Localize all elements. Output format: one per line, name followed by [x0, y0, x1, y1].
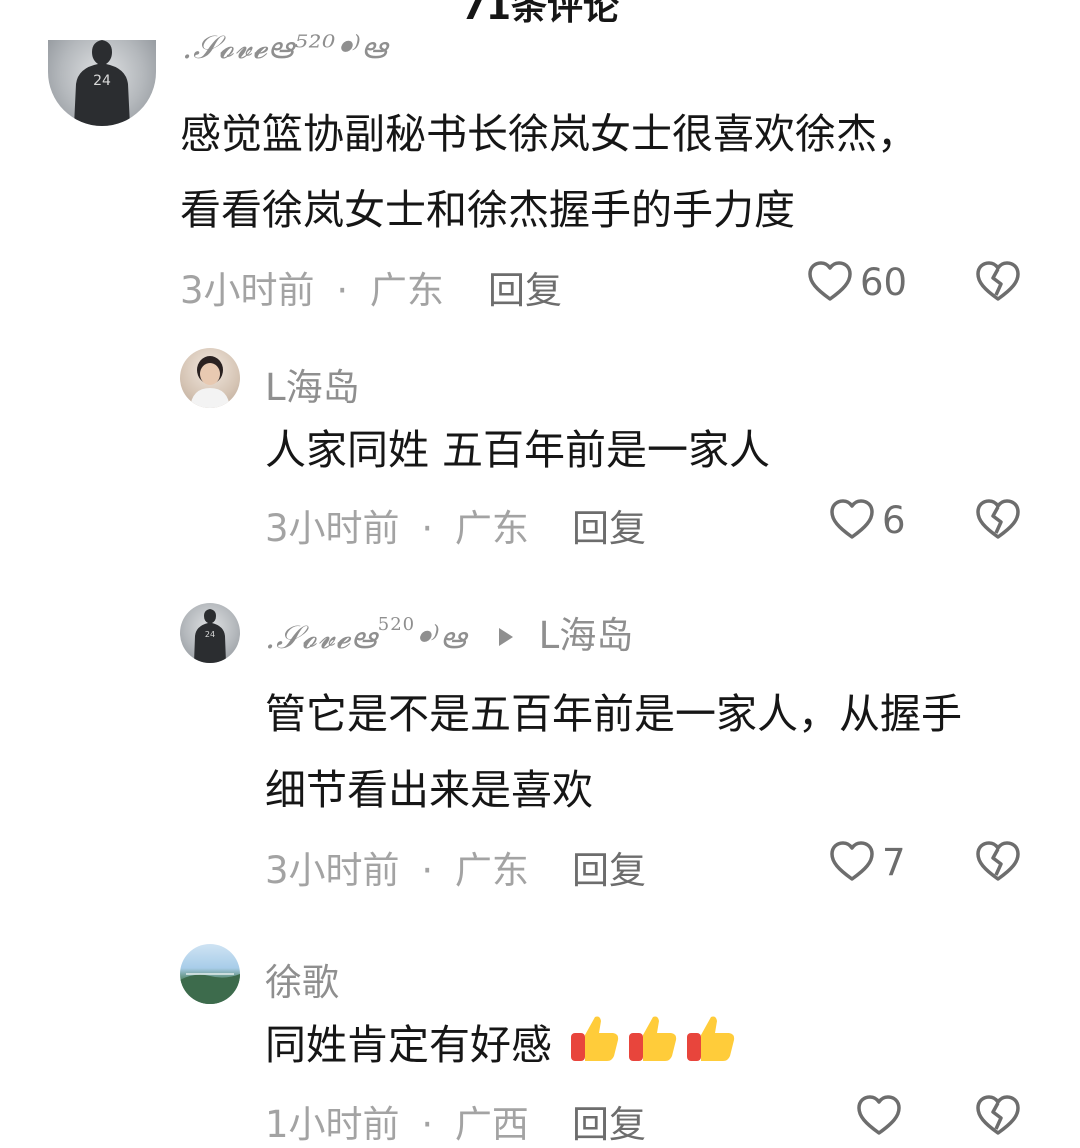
avatar[interactable]: 24 [48, 40, 156, 126]
dislike-button[interactable] [974, 838, 1022, 890]
like-button[interactable]: 60 [806, 258, 907, 306]
like-button[interactable] [855, 1092, 909, 1140]
username-text: .𝒮𝓸𝓿𝓮ఆ [265, 618, 378, 656]
reply-button[interactable]: 回复 [488, 260, 562, 314]
comment-time: 1小时前 [265, 1103, 400, 1146]
username-text: .𝒮𝓸𝓿𝓮ఆ⁵²⁰ꔷ⁾ఆ [182, 28, 389, 66]
broken-heart-icon [976, 261, 1020, 301]
comment-location: 广东 [369, 269, 444, 312]
reply-to-username[interactable]: L海岛 [539, 614, 634, 657]
like-button[interactable]: 7 [828, 838, 906, 886]
meta-separator: · [421, 849, 434, 892]
reply-button[interactable]: 回复 [572, 1094, 646, 1148]
broken-heart-icon [976, 499, 1020, 539]
broken-heart-icon [976, 841, 1020, 881]
comment-text-line: 人家同姓 五百年前是一家人 [265, 426, 771, 474]
comment-username[interactable]: 徐歌 [265, 952, 339, 1006]
comments-count-title: 71条评论 [460, 0, 620, 28]
svg-text:24: 24 [93, 73, 111, 89]
dislike-button[interactable] [974, 496, 1022, 548]
comment-text: 同姓肯定有好感 [265, 1021, 552, 1069]
comment-meta: 1小时前 · 广西 [265, 1094, 529, 1148]
comment-text-line: 细节看出来是喜欢 [265, 766, 593, 814]
dislike-button[interactable] [974, 258, 1022, 310]
like-count: 7 [882, 840, 906, 884]
meta-separator: · [421, 507, 434, 550]
person-photo-image [190, 356, 230, 408]
silhouette-image: 24 [194, 609, 226, 663]
thumbs-up-emoji [629, 1016, 677, 1061]
like-button[interactable]: 6 [828, 496, 906, 544]
broken-heart-icon [976, 1095, 1020, 1135]
comment-username[interactable]: .𝒮𝓸𝓿𝓮ఆ520ꔷ⁾ఆ [265, 614, 468, 656]
avatar[interactable] [180, 348, 240, 408]
comment-text-line: 同姓肯定有好感 [265, 1007, 739, 1083]
comment-username-line: .𝒮𝓸𝓿𝓮ఆ520ꔷ⁾ఆ L海岛 [265, 605, 633, 664]
comment-meta: 3小时前 · 广东 [180, 260, 444, 314]
like-count: 60 [860, 260, 908, 304]
heart-outline-icon [808, 261, 852, 301]
comment-time: 3小时前 [265, 507, 400, 550]
comment-meta: 3小时前 · 广东 [265, 498, 529, 552]
comment-time: 3小时前 [265, 849, 400, 892]
reply-button[interactable]: 回复 [572, 498, 646, 552]
comment-username[interactable]: L海岛 [265, 357, 360, 411]
dislike-button[interactable] [974, 1092, 1022, 1144]
comment-location: 广东 [454, 849, 529, 892]
landscape-photo-image [180, 973, 240, 1004]
thumbs-up-emoji [687, 1016, 735, 1061]
avatar[interactable]: 24 [180, 603, 240, 663]
comment-text-line: 看看徐岚女士和徐杰握手的手力度 [180, 186, 795, 234]
thumbs-up-emoji-group [567, 1009, 739, 1065]
meta-separator: · [421, 1103, 434, 1146]
comment-location: 广东 [454, 507, 529, 550]
heart-outline-icon [830, 841, 874, 881]
like-count: 6 [882, 498, 906, 542]
username-tail: ꔷ⁾ఆ [415, 618, 468, 656]
comment-location: 广西 [454, 1103, 529, 1146]
meta-separator: · [336, 269, 349, 312]
username-superscript: 520 [377, 614, 416, 635]
comment-time: 3小时前 [180, 269, 315, 312]
heart-outline-icon [857, 1095, 901, 1135]
comment-username[interactable]: .𝒮𝓸𝓿𝓮ఆ⁵²⁰ꔷ⁾ఆ [182, 28, 388, 74]
comment-text-line: 感觉篮协副秘书长徐岚女士很喜欢徐杰， [180, 110, 918, 158]
comment-text-line: 管它是不是五百年前是一家人，从握手 [265, 690, 962, 738]
avatar[interactable] [180, 944, 240, 1004]
silhouette-image: 24 [74, 40, 130, 126]
reply-button[interactable]: 回复 [572, 840, 646, 894]
thumbs-up-emoji [571, 1016, 619, 1061]
svg-text:24: 24 [205, 630, 215, 639]
heart-outline-icon [830, 499, 874, 539]
reply-arrow-icon [498, 628, 513, 646]
comment-meta: 3小时前 · 广东 [265, 840, 529, 894]
